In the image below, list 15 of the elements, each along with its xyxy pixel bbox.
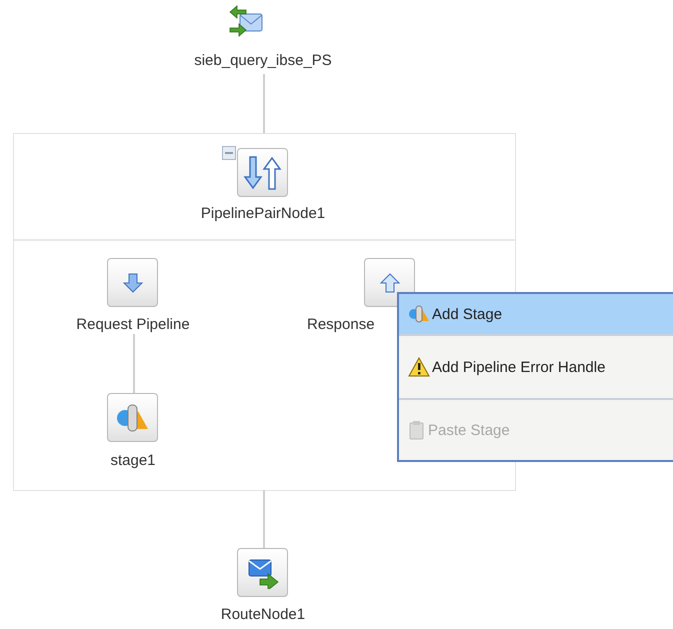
node-label: sieb_query_ibse_PS xyxy=(194,52,332,70)
stage-icon[interactable] xyxy=(107,393,158,442)
stage-icon xyxy=(408,305,430,323)
node-label: RouteNode1 xyxy=(220,606,306,624)
route-node-icon[interactable] xyxy=(237,548,288,597)
node-label: Request Pipeline xyxy=(76,316,190,334)
warning-icon xyxy=(408,357,430,377)
node-label: stage1 xyxy=(110,452,156,470)
menu-item[interactable]: Add Stage xyxy=(399,294,673,334)
node-label: PipelinePairNode1 xyxy=(200,205,326,223)
collapse-toggle[interactable] xyxy=(222,146,236,160)
clipboard-icon xyxy=(408,420,426,440)
node-label: Response xyxy=(307,316,375,334)
pipeline-pair-icon[interactable] xyxy=(237,148,288,197)
menu-item[interactable]: Add Pipeline Error Handle xyxy=(399,336,673,398)
